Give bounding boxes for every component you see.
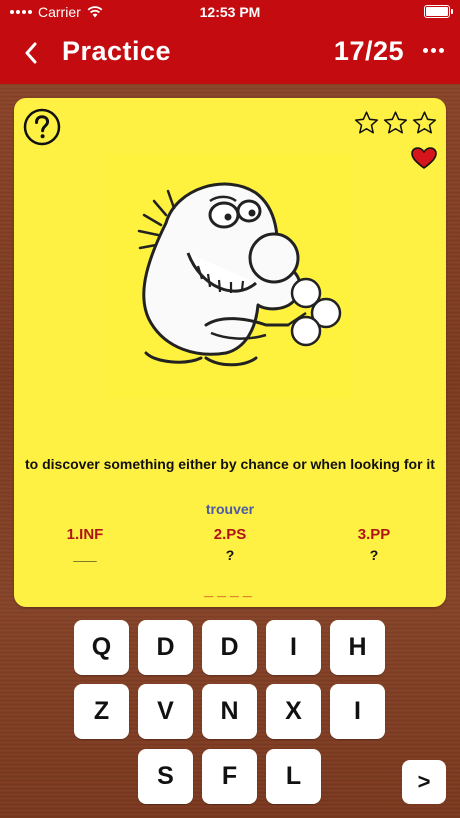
question-circle-icon — [23, 108, 61, 146]
letter-key[interactable]: L — [266, 749, 321, 804]
letter-key[interactable]: D — [202, 620, 257, 675]
heart-icon — [411, 147, 437, 169]
form-label: 2.PS — [213, 526, 247, 543]
letter-key[interactable]: I — [330, 684, 385, 739]
cartoon-character-image — [137, 182, 342, 367]
form-label: 1.INF — [66, 526, 104, 543]
form-value: ? — [369, 547, 379, 563]
status-time: 12:53 PM — [199, 4, 261, 20]
chevron-left-icon — [25, 42, 37, 64]
favorite-button[interactable] — [410, 146, 438, 175]
nav-bar: Practice 17/25 — [0, 24, 460, 84]
form-past-simple: 2.PS ? — [180, 526, 280, 563]
form-past-participle: 3.PP ? — [324, 526, 424, 563]
status-bar: Carrier 12:53 PM — [0, 0, 460, 24]
form-value: ___ — [73, 547, 97, 563]
verb-hint: trouver — [205, 501, 255, 517]
battery-icon — [424, 5, 453, 18]
letter-key[interactable]: Q — [74, 620, 129, 675]
form-label: 3.PP — [357, 526, 391, 543]
definition-text: to discover something either by chance o… — [25, 456, 435, 472]
rating-stars[interactable] — [353, 110, 438, 136]
page-title: Practice — [62, 36, 172, 66]
letter-key[interactable]: X — [266, 684, 321, 739]
form-infinitive: 1.INF ___ — [35, 526, 135, 563]
letter-key[interactable]: N — [202, 684, 257, 739]
letter-key[interactable]: S — [138, 749, 193, 804]
letter-key[interactable]: H — [330, 620, 385, 675]
letter-key[interactable]: D — [138, 620, 193, 675]
letter-key[interactable]: V — [138, 684, 193, 739]
more-options-button[interactable] — [423, 48, 444, 53]
form-value: ? — [225, 547, 235, 563]
answer-slots: ____ — [204, 582, 256, 599]
flashcard: to discover something either by chance o… — [14, 98, 446, 607]
letter-key[interactable]: Z — [74, 684, 129, 739]
letter-key[interactable]: I — [266, 620, 321, 675]
next-button[interactable]: > — [402, 760, 446, 804]
cartoon-illustration — [106, 153, 352, 399]
star-outline-icon[interactable] — [411, 110, 438, 136]
back-button[interactable] — [16, 38, 46, 68]
progress-counter: 17/25 — [333, 36, 404, 66]
star-outline-icon[interactable] — [382, 110, 409, 136]
star-outline-icon[interactable] — [353, 110, 380, 136]
letter-key[interactable]: F — [202, 749, 257, 804]
help-button[interactable] — [23, 108, 61, 146]
